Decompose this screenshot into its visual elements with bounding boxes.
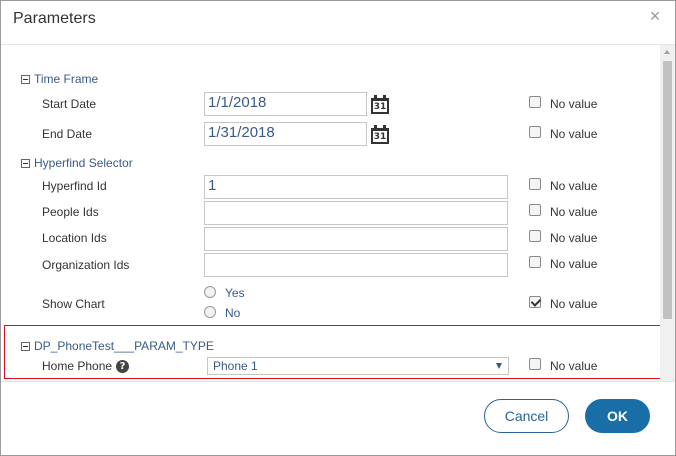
- home-phone-no-value-checkbox[interactable]: [529, 358, 541, 370]
- people-ids-input[interactable]: [204, 201, 508, 225]
- no-value-label: No value: [550, 257, 598, 271]
- location-ids-label: Location Ids: [42, 231, 107, 245]
- help-icon[interactable]: ?: [116, 360, 130, 374]
- calendar-icon[interactable]: 31: [371, 125, 389, 144]
- dialog-footer: Cancel OK: [1, 381, 675, 455]
- dialog-title: Parameters: [13, 10, 96, 27]
- end-date-label: End Date: [42, 127, 93, 141]
- no-value-label: No value: [550, 297, 598, 311]
- parameters-dialog: Parameters × Time Frame Start Date 1/1/2…: [0, 0, 676, 456]
- location-ids-no-value-checkbox[interactable]: [529, 230, 541, 242]
- organization-ids-no-value-checkbox[interactable]: [529, 256, 541, 268]
- show-chart-no-value-checkbox[interactable]: [529, 296, 541, 308]
- collapse-icon[interactable]: [21, 74, 30, 84]
- start-date-label: Start Date: [42, 97, 97, 111]
- group-hyperfind-selector[interactable]: Hyperfind Selector: [21, 156, 133, 170]
- group-time-frame[interactable]: Time Frame: [21, 72, 98, 86]
- show-chart-yes-radio[interactable]: [204, 286, 216, 298]
- people-ids-no-value-checkbox[interactable]: [529, 204, 541, 216]
- scroll-thumb[interactable]: [663, 61, 672, 319]
- people-ids-label: People Ids: [42, 205, 99, 219]
- dialog-body: Time Frame Start Date 1/1/2018 31 No val…: [1, 45, 675, 381]
- collapse-icon[interactable]: [21, 341, 30, 351]
- vertical-scrollbar[interactable]: [660, 45, 675, 381]
- show-chart-no-radio[interactable]: [204, 306, 216, 318]
- yes-label: Yes: [225, 286, 245, 300]
- calendar-icon[interactable]: 31: [371, 95, 389, 114]
- hyperfind-id-no-value-checkbox[interactable]: [529, 178, 541, 190]
- end-date-input[interactable]: 1/31/2018: [204, 122, 367, 146]
- group-title: Hyperfind Selector: [34, 156, 133, 170]
- home-phone-select[interactable]: Phone 1: [207, 357, 509, 375]
- group-phone-param[interactable]: DP_PhoneTest___PARAM_TYPE: [21, 339, 214, 353]
- no-value-label: No value: [550, 205, 598, 219]
- no-value-label: No value: [550, 359, 598, 373]
- dialog-header: Parameters ×: [1, 1, 675, 45]
- home-phone-label: Home Phone?: [42, 359, 130, 374]
- location-ids-input[interactable]: [204, 227, 508, 251]
- organization-ids-input[interactable]: [204, 253, 508, 277]
- close-icon[interactable]: ×: [645, 6, 665, 26]
- start-date-no-value-checkbox[interactable]: [529, 96, 541, 108]
- no-value-label: No value: [550, 97, 598, 111]
- dropdown-arrow-icon: [496, 363, 502, 369]
- show-chart-label: Show Chart: [42, 297, 105, 311]
- no-value-label: No value: [550, 127, 598, 141]
- organization-ids-label: Organization Ids: [42, 258, 130, 272]
- home-phone-text: Home Phone: [42, 359, 113, 373]
- no-value-label: No value: [550, 231, 598, 245]
- hyperfind-id-input[interactable]: 1: [204, 175, 508, 199]
- scroll-up-arrow-icon[interactable]: [660, 45, 675, 59]
- start-date-input[interactable]: 1/1/2018: [204, 92, 367, 116]
- ok-button[interactable]: OK: [585, 399, 650, 433]
- no-label: No: [225, 306, 241, 320]
- group-title: Time Frame: [34, 72, 99, 86]
- cancel-button[interactable]: Cancel: [484, 399, 569, 433]
- hyperfind-id-label: Hyperfind Id: [42, 179, 107, 193]
- collapse-icon[interactable]: [21, 158, 30, 168]
- no-value-label: No value: [550, 179, 598, 193]
- group-title: DP_PhoneTest___PARAM_TYPE: [34, 339, 214, 353]
- end-date-no-value-checkbox[interactable]: [529, 126, 541, 138]
- home-phone-selected: Phone 1: [213, 359, 258, 373]
